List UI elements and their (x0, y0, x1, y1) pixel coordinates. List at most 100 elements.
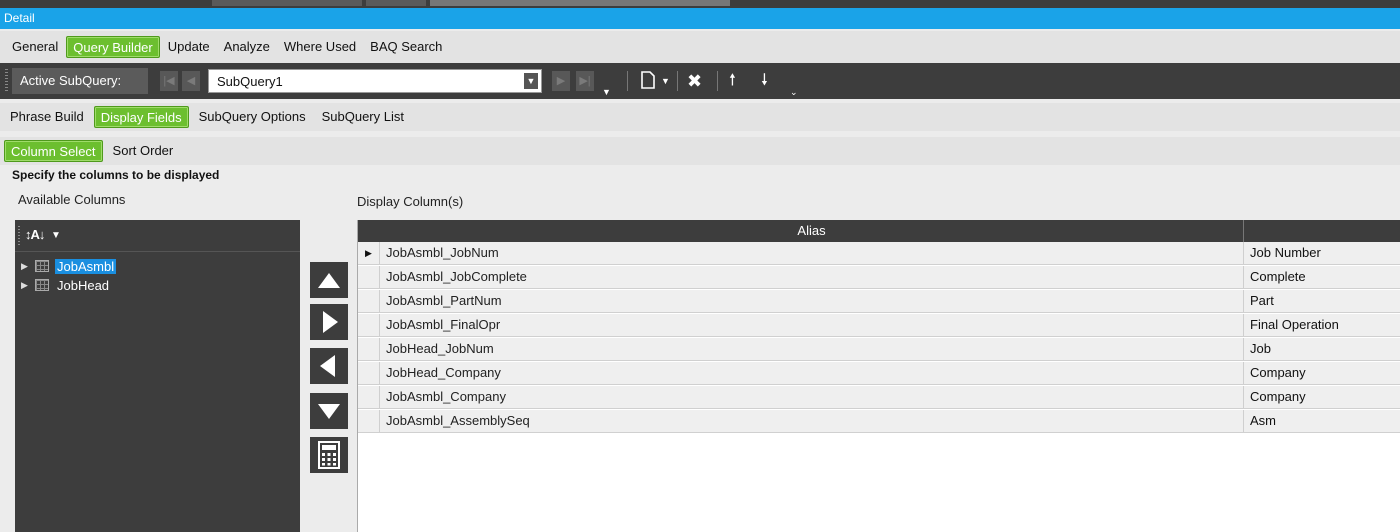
toolbar-options-icon[interactable]: ⌄ (790, 81, 798, 103)
table-row[interactable]: JobAsmbl_JobComplete Complete (358, 266, 1400, 289)
row-selector[interactable] (358, 314, 380, 336)
column-header-alias[interactable]: Alias (380, 220, 1244, 242)
display-columns-label: Display Column(s) (357, 194, 464, 209)
prev-icon[interactable]: ◀ (182, 71, 200, 91)
next-icon[interactable]: ▶ (552, 71, 570, 91)
alias-cell[interactable]: JobAsmbl_PartNum (380, 290, 1244, 312)
row-selector[interactable] (358, 386, 380, 408)
remove-column-button[interactable] (310, 348, 348, 384)
grid-header: Alias (358, 220, 1400, 242)
move-column-down-button[interactable] (310, 393, 348, 429)
table-row[interactable]: JobAsmbl_FinalOpr Final Operation (358, 314, 1400, 337)
active-subquery-label: Active SubQuery: (12, 68, 148, 94)
tree-node-jobhead[interactable]: ▶ JobHead (21, 277, 111, 293)
label-cell[interactable]: Company (1244, 386, 1400, 408)
top-strip-segment (430, 0, 730, 6)
tab-sort-order[interactable]: Sort Order (107, 140, 180, 162)
toolbar-divider (627, 71, 628, 91)
detail-title-bar: Detail (0, 8, 1400, 29)
remove-left-icon (320, 355, 335, 377)
tab-where-used[interactable]: Where Used (278, 36, 362, 58)
table-icon (35, 260, 49, 272)
tab-subquery-list[interactable]: SubQuery List (316, 106, 410, 128)
row-selector[interactable] (358, 266, 380, 288)
table-row[interactable]: JobAsmbl_AssemblySeq Asm (358, 410, 1400, 433)
add-column-button[interactable] (310, 304, 348, 340)
move-down-icon (318, 404, 340, 419)
alias-cell[interactable]: JobAsmbl_JobComplete (380, 266, 1244, 288)
alias-cell[interactable]: JobAsmbl_Company (380, 386, 1244, 408)
new-dropdown-icon[interactable]: ▼ (661, 70, 670, 92)
chevron-down-icon[interactable]: ▼ (524, 73, 538, 89)
subquery-select-value: SubQuery1 (217, 74, 283, 89)
top-strip-segment (366, 0, 426, 6)
alias-cell[interactable]: JobHead_Company (380, 362, 1244, 384)
sort-az-icon[interactable]: ↕A↓ (25, 227, 45, 242)
toolbar-divider (677, 71, 678, 91)
tab-column-select[interactable]: Column Select (4, 140, 103, 162)
toolbar-grip[interactable] (5, 69, 8, 93)
table-row[interactable]: JobHead_Company Company (358, 362, 1400, 385)
move-column-up-button[interactable] (310, 262, 348, 298)
table-row[interactable]: JobHead_JobNum Job (358, 338, 1400, 361)
add-right-icon (323, 311, 338, 333)
label-cell[interactable]: Job Number (1244, 242, 1400, 264)
tab-phrase-build[interactable]: Phrase Build (4, 106, 90, 128)
app-top-strip (0, 0, 1400, 8)
tree-node-label[interactable]: JobHead (55, 278, 111, 293)
row-selector[interactable] (358, 338, 380, 360)
tree-node-label[interactable]: JobAsmbl (55, 258, 117, 274)
sort-dropdown-icon[interactable]: ▼ (51, 230, 61, 241)
move-up-icon[interactable]: 🠕 (729, 70, 736, 92)
alias-cell[interactable]: JobAsmbl_JobNum (380, 242, 1244, 264)
alias-cell[interactable]: JobHead_JobNum (380, 338, 1244, 360)
delete-icon[interactable]: ✖ (687, 70, 702, 92)
move-up-icon (318, 273, 340, 288)
last-icon[interactable]: ▶| (576, 71, 594, 91)
toolbar-divider (717, 71, 718, 91)
move-down-icon[interactable]: 🠗 (761, 70, 768, 92)
tab-general[interactable]: General (6, 36, 64, 58)
calculator-icon (318, 441, 340, 469)
table-row[interactable]: ▶ JobAsmbl_JobNum Job Number (358, 242, 1400, 265)
display-columns-grid[interactable]: Alias ▶ JobAsmbl_JobNum Job Number JobAsmbl… (357, 220, 1400, 532)
expand-icon[interactable]: ▶ (21, 261, 35, 272)
table-icon (35, 279, 49, 291)
table-row[interactable]: JobAsmbl_PartNum Part (358, 290, 1400, 313)
label-cell[interactable]: Job (1244, 338, 1400, 360)
alias-cell[interactable]: JobAsmbl_FinalOpr (380, 314, 1244, 336)
available-columns-tree[interactable]: ↕A↓ ▼ ▶ JobAsmbl ▶ JobHead (15, 220, 300, 532)
subquery-tab-strip: Phrase Build Display Fields SubQuery Opt… (0, 103, 1400, 131)
display-fields-tab-strip: Column Select Sort Order (0, 137, 1400, 165)
window-title: Detail (4, 11, 35, 25)
table-row[interactable]: JobAsmbl_Company Company (358, 386, 1400, 409)
label-cell[interactable]: Complete (1244, 266, 1400, 288)
new-icon[interactable] (640, 70, 656, 92)
subquery-select[interactable]: SubQuery1 ▼ (208, 69, 542, 93)
label-cell[interactable]: Company (1244, 362, 1400, 384)
overflow-dropdown-icon[interactable]: ▼ (602, 81, 611, 103)
label-cell[interactable]: Final Operation (1244, 314, 1400, 336)
alias-cell[interactable]: JobAsmbl_AssemblySeq (380, 410, 1244, 432)
tab-subquery-options[interactable]: SubQuery Options (193, 106, 312, 128)
current-row-indicator-icon[interactable]: ▶ (358, 242, 380, 264)
label-cell[interactable]: Asm (1244, 410, 1400, 432)
calculated-field-button[interactable] (310, 437, 348, 473)
tab-analyze[interactable]: Analyze (218, 36, 276, 58)
first-icon[interactable]: |◀ (160, 71, 178, 91)
available-columns-label: Available Columns (18, 192, 126, 207)
row-selector[interactable] (358, 290, 380, 312)
main-tab-strip: General Query Builder Update Analyze Whe… (0, 31, 1400, 63)
tree-node-jobasmbl[interactable]: ▶ JobAsmbl (21, 258, 117, 274)
top-strip-segment (212, 0, 362, 6)
row-selector[interactable] (358, 362, 380, 384)
tab-update[interactable]: Update (162, 36, 216, 58)
label-cell[interactable]: Part (1244, 290, 1400, 312)
expand-icon[interactable]: ▶ (21, 280, 35, 291)
tree-toolbar-grip (18, 226, 20, 246)
row-selector[interactable] (358, 410, 380, 432)
tab-display-fields[interactable]: Display Fields (93, 106, 189, 128)
instructions-text: Specify the columns to be displayed (12, 168, 220, 182)
tab-query-builder[interactable]: Query Builder (66, 36, 160, 58)
tab-baq-search[interactable]: BAQ Search (364, 36, 448, 58)
